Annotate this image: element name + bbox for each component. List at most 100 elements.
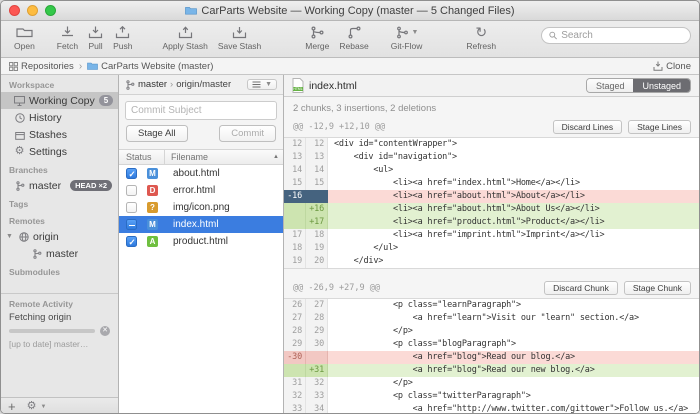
section-tags: Tags xyxy=(1,194,118,211)
zoom-button[interactable] xyxy=(45,5,56,16)
commit-button[interactable]: Commit xyxy=(219,125,276,142)
chunk-header-text: @@ -12,9 +12,10 @@ xyxy=(293,122,385,132)
diff-line[interactable]: 26 27 <p class="learnParagraph"> xyxy=(284,299,699,312)
rebase-button[interactable]: Rebase xyxy=(334,24,373,51)
diff-line[interactable]: 33 34 <a href="http://www.twitter.com/gi… xyxy=(284,403,699,414)
file-checkbox[interactable] xyxy=(126,202,137,213)
file-row[interactable]: M about.html xyxy=(119,165,283,182)
file-checkbox[interactable] xyxy=(126,236,137,247)
commit-subject-input[interactable] xyxy=(125,101,277,120)
diff-line[interactable]: 27 28 <a href="learn">Visit our "learn" … xyxy=(284,312,699,325)
diff-line[interactable]: 12 12 <div id="contentWrapper"> xyxy=(284,138,699,151)
add-repository-button[interactable]: + xyxy=(8,400,16,413)
file-row[interactable]: M index.html xyxy=(119,216,283,233)
push-button[interactable]: Push xyxy=(108,24,137,51)
diff-line[interactable]: 32 33 <p class="twitterParagraph"> xyxy=(284,390,699,403)
commit-actions: Stage All Commit xyxy=(119,125,283,149)
diff-code: <li><a href="imprint.html">Imprint</a></… xyxy=(328,229,699,242)
cancel-fetch-button[interactable]: ✕ xyxy=(100,326,110,336)
diff-line[interactable]: -30 <a href="blog">Read our blog.</a> xyxy=(284,351,699,364)
new-line-number: 27 xyxy=(306,299,328,312)
file-row[interactable]: ? img/icon.png xyxy=(119,199,283,216)
sidebar-item-remote-origin[interactable]: ▼ origin xyxy=(1,228,118,245)
file-row[interactable]: A product.html xyxy=(119,233,283,250)
clone-button[interactable]: Clone xyxy=(653,61,691,72)
sidebar-item-branch-master[interactable]: master HEAD ×2 xyxy=(1,177,118,194)
staged-tab[interactable]: Staged xyxy=(587,79,634,92)
apply-stash-icon xyxy=(178,24,193,40)
diff-scroll-area[interactable]: 2 chunks, 3 insertions, 2 deletions @@ -… xyxy=(284,97,699,414)
new-line-number: 30 xyxy=(306,338,328,351)
sidebar-bottom-bar: + ⚙▼ xyxy=(1,397,118,414)
file-status-badge: ? xyxy=(147,202,158,213)
diff-line[interactable]: 19 20 </div> xyxy=(284,255,699,268)
diff-code: <div id="contentWrapper"> xyxy=(328,138,699,151)
open-button[interactable]: Open xyxy=(9,24,40,51)
stage-button[interactable]: Stage Lines xyxy=(628,120,691,134)
fetch-button[interactable]: Fetch xyxy=(52,24,83,51)
diff-line[interactable]: 31 32 </p> xyxy=(284,377,699,390)
old-line-number: 31 xyxy=(284,377,306,390)
disclosure-triangle-icon[interactable]: ▼ xyxy=(6,233,14,240)
diff-line[interactable]: 29 30 <p class="blogParagraph"> xyxy=(284,338,699,351)
sidebar-item-settings[interactable]: ⚙ Settings xyxy=(1,143,118,160)
clone-icon xyxy=(653,61,663,71)
discard-button[interactable]: Discard Lines xyxy=(553,120,623,134)
diff-code: </div> xyxy=(328,255,699,268)
file-checkbox[interactable] xyxy=(126,185,137,196)
discard-button[interactable]: Discard Chunk xyxy=(544,281,618,295)
diff-line[interactable]: -16 <li><a href="about.html">About</a></… xyxy=(284,190,699,203)
diff-line[interactable]: 15 15 <li><a href="index.html">Home</a><… xyxy=(284,177,699,190)
diff-line[interactable]: 18 19 </ul> xyxy=(284,242,699,255)
filename-column-header[interactable]: Filename ▲ xyxy=(165,150,283,164)
file-checkbox[interactable] xyxy=(126,219,137,230)
search-field[interactable] xyxy=(541,27,691,44)
sidebar-item-history[interactable]: History xyxy=(1,109,118,126)
section-branches: Branches xyxy=(1,160,118,177)
sidebar-item-remote-branch-master[interactable]: master xyxy=(1,245,118,262)
diff-line[interactable]: 28 29 </p> xyxy=(284,325,699,338)
file-name: product.html xyxy=(173,236,228,247)
pull-button[interactable]: Pull xyxy=(83,24,108,51)
breadcrumb-repository[interactable]: CarParts Website (master) xyxy=(87,61,213,72)
breadcrumb-repositories[interactable]: Repositories xyxy=(9,61,74,72)
merge-button[interactable]: Merge xyxy=(300,24,334,51)
breadcrumb-chevron: › xyxy=(79,61,82,72)
minimize-button[interactable] xyxy=(27,5,38,16)
unstaged-tab[interactable]: Unstaged xyxy=(633,79,690,92)
diff-line[interactable]: +17 <li><a href="product.html">Product</… xyxy=(284,216,699,229)
git-flow-button[interactable]: ▼ Git-Flow xyxy=(386,24,428,51)
diff-line[interactable]: 14 14 <ul> xyxy=(284,164,699,177)
diff-line[interactable]: +31 <a href="blog">Read our new blog.</a… xyxy=(284,364,699,377)
view-options-button[interactable]: ▼ xyxy=(247,79,277,90)
diff-line[interactable]: 13 13 <div id="navigation"> xyxy=(284,151,699,164)
old-line-number: 27 xyxy=(284,312,306,325)
refresh-button[interactable]: ↻ Refresh xyxy=(461,24,501,51)
git-flow-icon: ▼ xyxy=(395,24,419,40)
apply-stash-button[interactable]: Apply Stash xyxy=(157,24,212,51)
search-input[interactable] xyxy=(561,30,683,41)
chevron-down-icon: ▼ xyxy=(265,81,272,88)
save-stash-button[interactable]: Save Stash xyxy=(213,24,266,51)
push-icon xyxy=(115,24,130,40)
sidebar-actions-button[interactable]: ⚙▼ xyxy=(27,401,47,412)
close-button[interactable] xyxy=(9,5,20,16)
section-workspace: Workspace xyxy=(1,75,118,92)
diff-line[interactable]: 17 18 <li><a href="imprint.html">Imprint… xyxy=(284,229,699,242)
sidebar-item-stashes[interactable]: Stashes xyxy=(1,126,118,143)
diff-code: <p class="twitterParagraph"> xyxy=(328,390,699,403)
remote-globe-icon xyxy=(18,232,29,242)
window-controls xyxy=(9,5,56,16)
old-line-number: 18 xyxy=(284,242,306,255)
stage-all-button[interactable]: Stage All xyxy=(126,125,188,142)
diff-line[interactable]: +16 <li><a href="about.html">About Us</a… xyxy=(284,203,699,216)
stage-button[interactable]: Stage Chunk xyxy=(624,281,691,295)
file-row[interactable]: D error.html xyxy=(119,182,283,199)
path-bar: Repositories › CarParts Website (master)… xyxy=(1,58,699,75)
sidebar-item-working-copy[interactable]: Working Copy 5 xyxy=(1,92,118,109)
file-checkbox[interactable] xyxy=(126,168,137,179)
status-column-header[interactable]: Status xyxy=(119,150,165,164)
branch-icon xyxy=(14,181,25,191)
diff-filename: index.html xyxy=(309,80,357,92)
proxy-folder-icon xyxy=(185,6,197,15)
